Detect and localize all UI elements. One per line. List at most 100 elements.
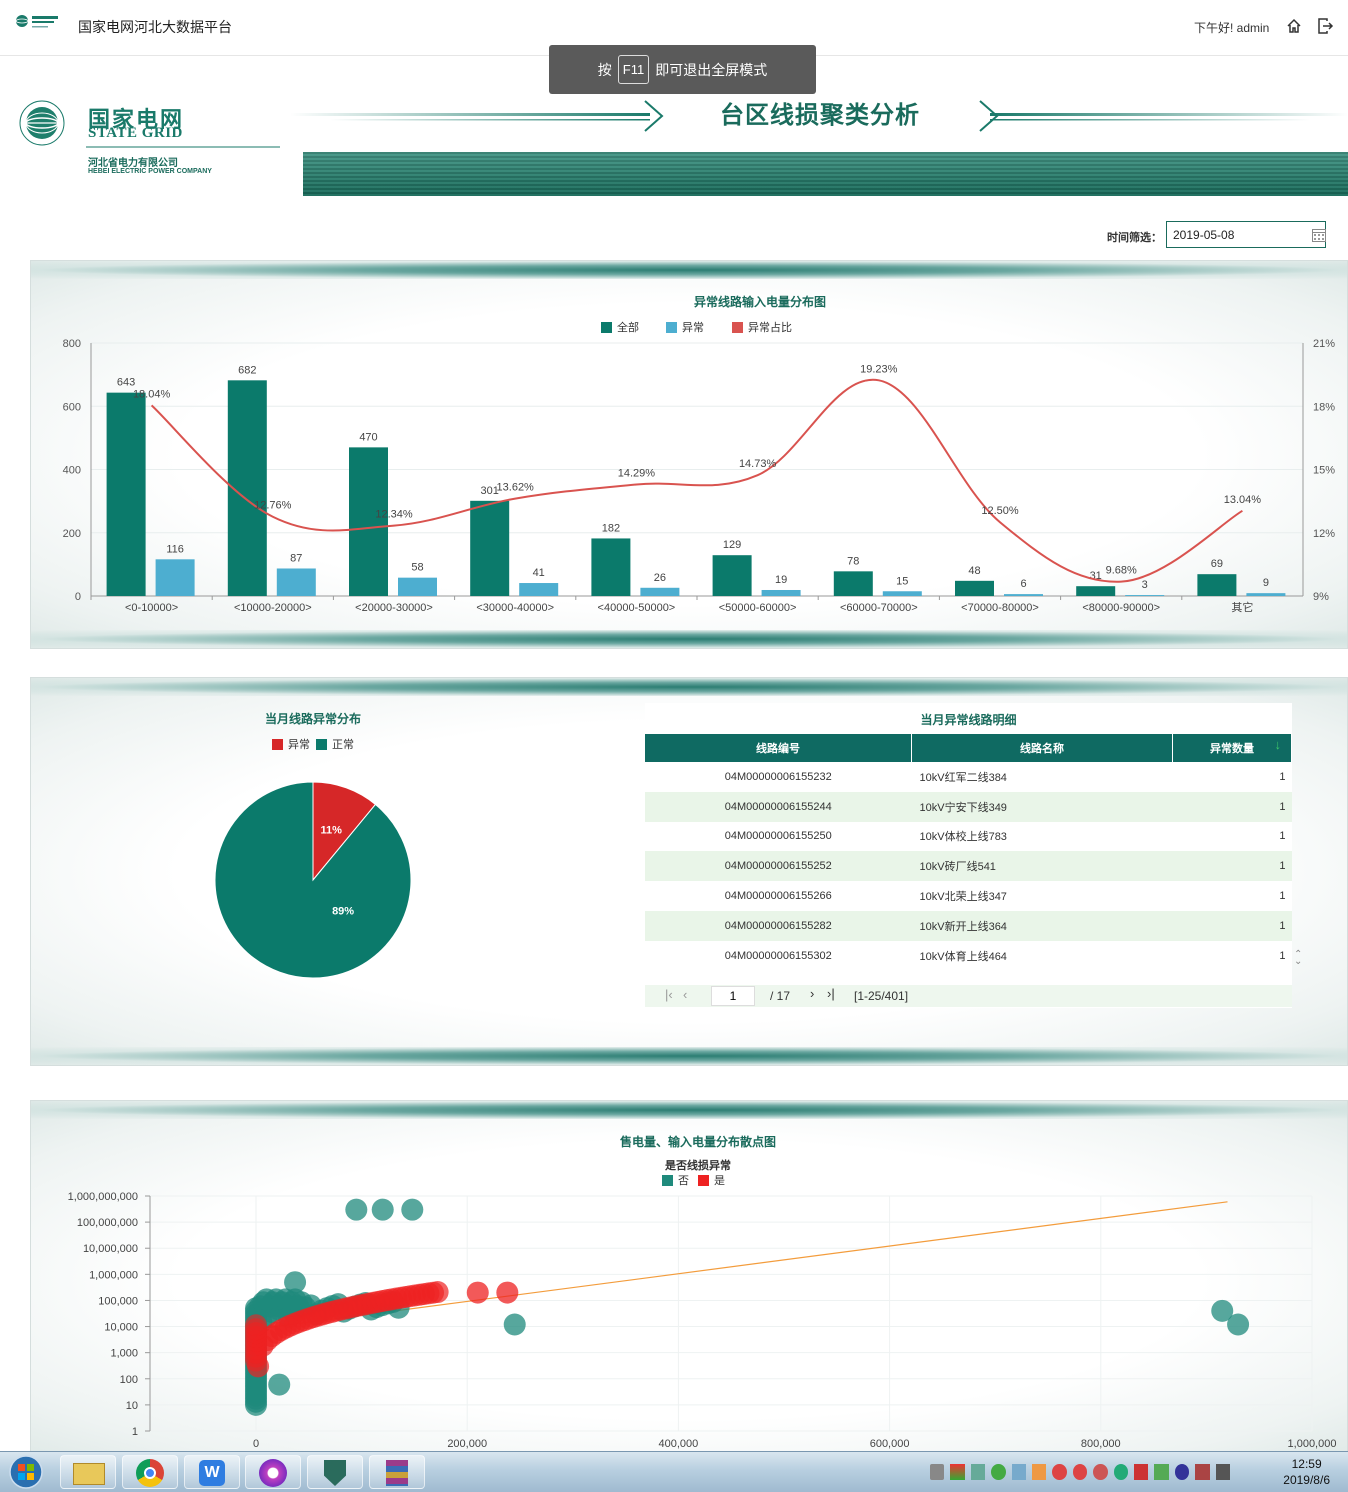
page-range: [1-25/401] <box>854 989 909 1003</box>
bar-abnormal-label: 19 <box>775 574 787 586</box>
taskbar-clock[interactable]: 12:59 2019/8/6 <box>1283 1456 1330 1488</box>
sort-down-icon[interactable]: ↓ <box>1275 737 1282 752</box>
point-abnormal <box>426 1281 449 1304</box>
file-explorer-icon[interactable] <box>60 1455 116 1489</box>
bar-all <box>955 580 994 596</box>
table-row[interactable]: 04M00000006155250 10kV体校上线783 1 <box>645 822 1292 852</box>
ratio-point-label: 18.04% <box>133 388 171 400</box>
legend-pie-abnormal[interactable]: 异常 <box>272 736 310 752</box>
date-filter-label: 时间筛选： <box>1107 232 1162 244</box>
app-tray-icon-1[interactable] <box>1052 1464 1067 1480</box>
col-header-line-id[interactable]: 线路编号 <box>645 734 912 762</box>
table-row[interactable]: 04M00000006155266 10kV北荣上线347 1 <box>645 881 1292 911</box>
clock-time: 12:59 <box>1291 1457 1322 1471</box>
bar-abnormal <box>398 577 437 596</box>
bar-abnormal-label: 26 <box>654 572 666 584</box>
y-tick-label: 1,000,000,000 <box>68 1191 138 1203</box>
network-tray-icon[interactable] <box>970 1464 986 1480</box>
date-filter-input[interactable] <box>1166 221 1326 248</box>
last-page-icon[interactable]: ›| <box>827 986 835 1001</box>
table-row[interactable]: 04M00000006155252 10kV砖厂线541 1 <box>645 851 1292 882</box>
y2-tick-label: 15% <box>1313 465 1335 477</box>
x-tick-label: <60000-70000> <box>840 602 918 614</box>
pie-slice-normal <box>214 781 412 979</box>
cell-line-name: 10kV体校上线783 <box>919 831 1007 844</box>
first-page-icon[interactable]: |‹ <box>665 987 673 1002</box>
winrar-icon[interactable] <box>369 1455 425 1489</box>
app-tray-icon-7[interactable] <box>1174 1464 1190 1480</box>
bar-all <box>591 538 631 596</box>
table-row[interactable]: 04M00000006155244 10kV宁安下线349 1 <box>645 791 1292 822</box>
y2-tick-label: 12% <box>1313 528 1335 540</box>
shield-app-icon[interactable] <box>307 1455 363 1489</box>
app-tray-icon-3[interactable] <box>1093 1464 1108 1480</box>
x-tick-label: 800,000 <box>1081 1438 1121 1450</box>
cell-abnormal-count: 1 <box>1279 949 1286 962</box>
point-normal <box>268 1373 291 1396</box>
x-tick-label: <70000-80000> <box>961 602 1039 614</box>
y2-tick-label: 9% <box>1313 591 1329 603</box>
ratio-point-label: 12.76% <box>254 500 292 512</box>
legend-pie-normal[interactable]: 正常 <box>316 736 354 752</box>
ratio-point-label: 14.73% <box>739 458 777 470</box>
bar-all-label: 48 <box>968 565 980 577</box>
x-tick-label: <40000-50000> <box>598 602 676 614</box>
ratio-point-label: 19.23% <box>860 363 898 375</box>
next-page-icon[interactable]: › <box>810 986 814 1001</box>
app-tray-icon-2[interactable] <box>1072 1464 1088 1480</box>
bar-all-label: 682 <box>238 364 256 376</box>
page-title: 台区线损聚类分析 <box>720 102 920 129</box>
keyboard-tray-icon[interactable] <box>930 1464 945 1480</box>
y-tick-label: 10,000 <box>104 1322 138 1334</box>
x-tick-label: <80000-90000> <box>1082 602 1160 614</box>
cell-line-name: 10kV北荣上线347 <box>919 891 1007 904</box>
chrome-icon[interactable] <box>122 1455 178 1489</box>
wps-icon[interactable]: W <box>184 1455 240 1489</box>
scatter-chart: 1 10 100 1,000 10,000 100,000 1,000,000 10,000,… <box>68 1191 1337 1450</box>
y-tick-label: 800 <box>63 338 81 350</box>
logo-english: STATE GRID <box>88 125 183 141</box>
app-tray-icon-5[interactable] <box>1134 1464 1149 1480</box>
x-tick-label: <20000-30000> <box>355 602 433 614</box>
prev-page-icon[interactable]: ‹ <box>683 987 687 1002</box>
volume-mute-icon[interactable] <box>1195 1464 1210 1480</box>
ratio-point-label: 12.50% <box>981 505 1019 517</box>
ratio-line <box>150 378 1243 583</box>
cell-abnormal-count: 1 <box>1279 890 1286 903</box>
display-tray-icon[interactable] <box>1215 1464 1231 1480</box>
table-row[interactable]: 04M00000006155302 10kV体育上线464 1 <box>645 941 1292 971</box>
bar-abnormal <box>761 589 801 596</box>
ratio-point-label: 13.04% <box>1224 494 1262 506</box>
col-header-line-name[interactable]: 线路名称 <box>911 734 1173 762</box>
scatter-chart-title: 售电量、输入电量分布散点图 <box>619 1135 776 1149</box>
scroll-updown-icon[interactable]: ⌃ ⌄ <box>1294 950 1302 967</box>
y-tick-label: 100 <box>120 1374 138 1386</box>
x-tick-label: 1,000,000 <box>1288 1438 1337 1450</box>
media-player-icon[interactable] <box>245 1455 301 1489</box>
bar-abnormal <box>1004 594 1043 596</box>
start-orb[interactable] <box>5 1454 47 1490</box>
y-tick-label: 1,000 <box>110 1348 138 1360</box>
app-tray-icon-4[interactable] <box>1113 1464 1129 1480</box>
cell-abnormal-count: 1 <box>1172 851 1292 882</box>
firewall-tray-icon[interactable] <box>1032 1464 1047 1480</box>
table-row[interactable]: 04M00000006155232 10kV红军二线384 1 <box>645 762 1292 792</box>
y-tick-label: 1,000,000 <box>89 1269 138 1281</box>
point-normal <box>401 1198 424 1221</box>
table-row[interactable]: 04M00000006155282 10kV新开上线364 1 <box>645 910 1292 941</box>
security-tray-icon[interactable] <box>991 1464 1006 1480</box>
logout-icon[interactable] <box>1316 17 1334 35</box>
bar-all-label: 470 <box>359 431 377 443</box>
calendar-icon[interactable] <box>1311 227 1327 243</box>
bar-abnormal-label: 15 <box>896 575 908 587</box>
app-tray-icon-6[interactable] <box>1154 1464 1169 1480</box>
greeting-user: 下午好! admin <box>1194 21 1270 35</box>
page-number-input[interactable] <box>711 986 755 1006</box>
cell-line-id: 04M00000006155232 <box>724 770 832 783</box>
col-header-abnormal-count[interactable]: 异常数量 ↓ <box>1172 734 1292 762</box>
weather-tray-icon[interactable] <box>1011 1464 1027 1480</box>
point-abnormal <box>496 1281 519 1304</box>
flag-tray-icon[interactable] <box>950 1464 965 1480</box>
bar-abnormal <box>640 587 680 596</box>
home-icon[interactable] <box>1285 17 1303 35</box>
